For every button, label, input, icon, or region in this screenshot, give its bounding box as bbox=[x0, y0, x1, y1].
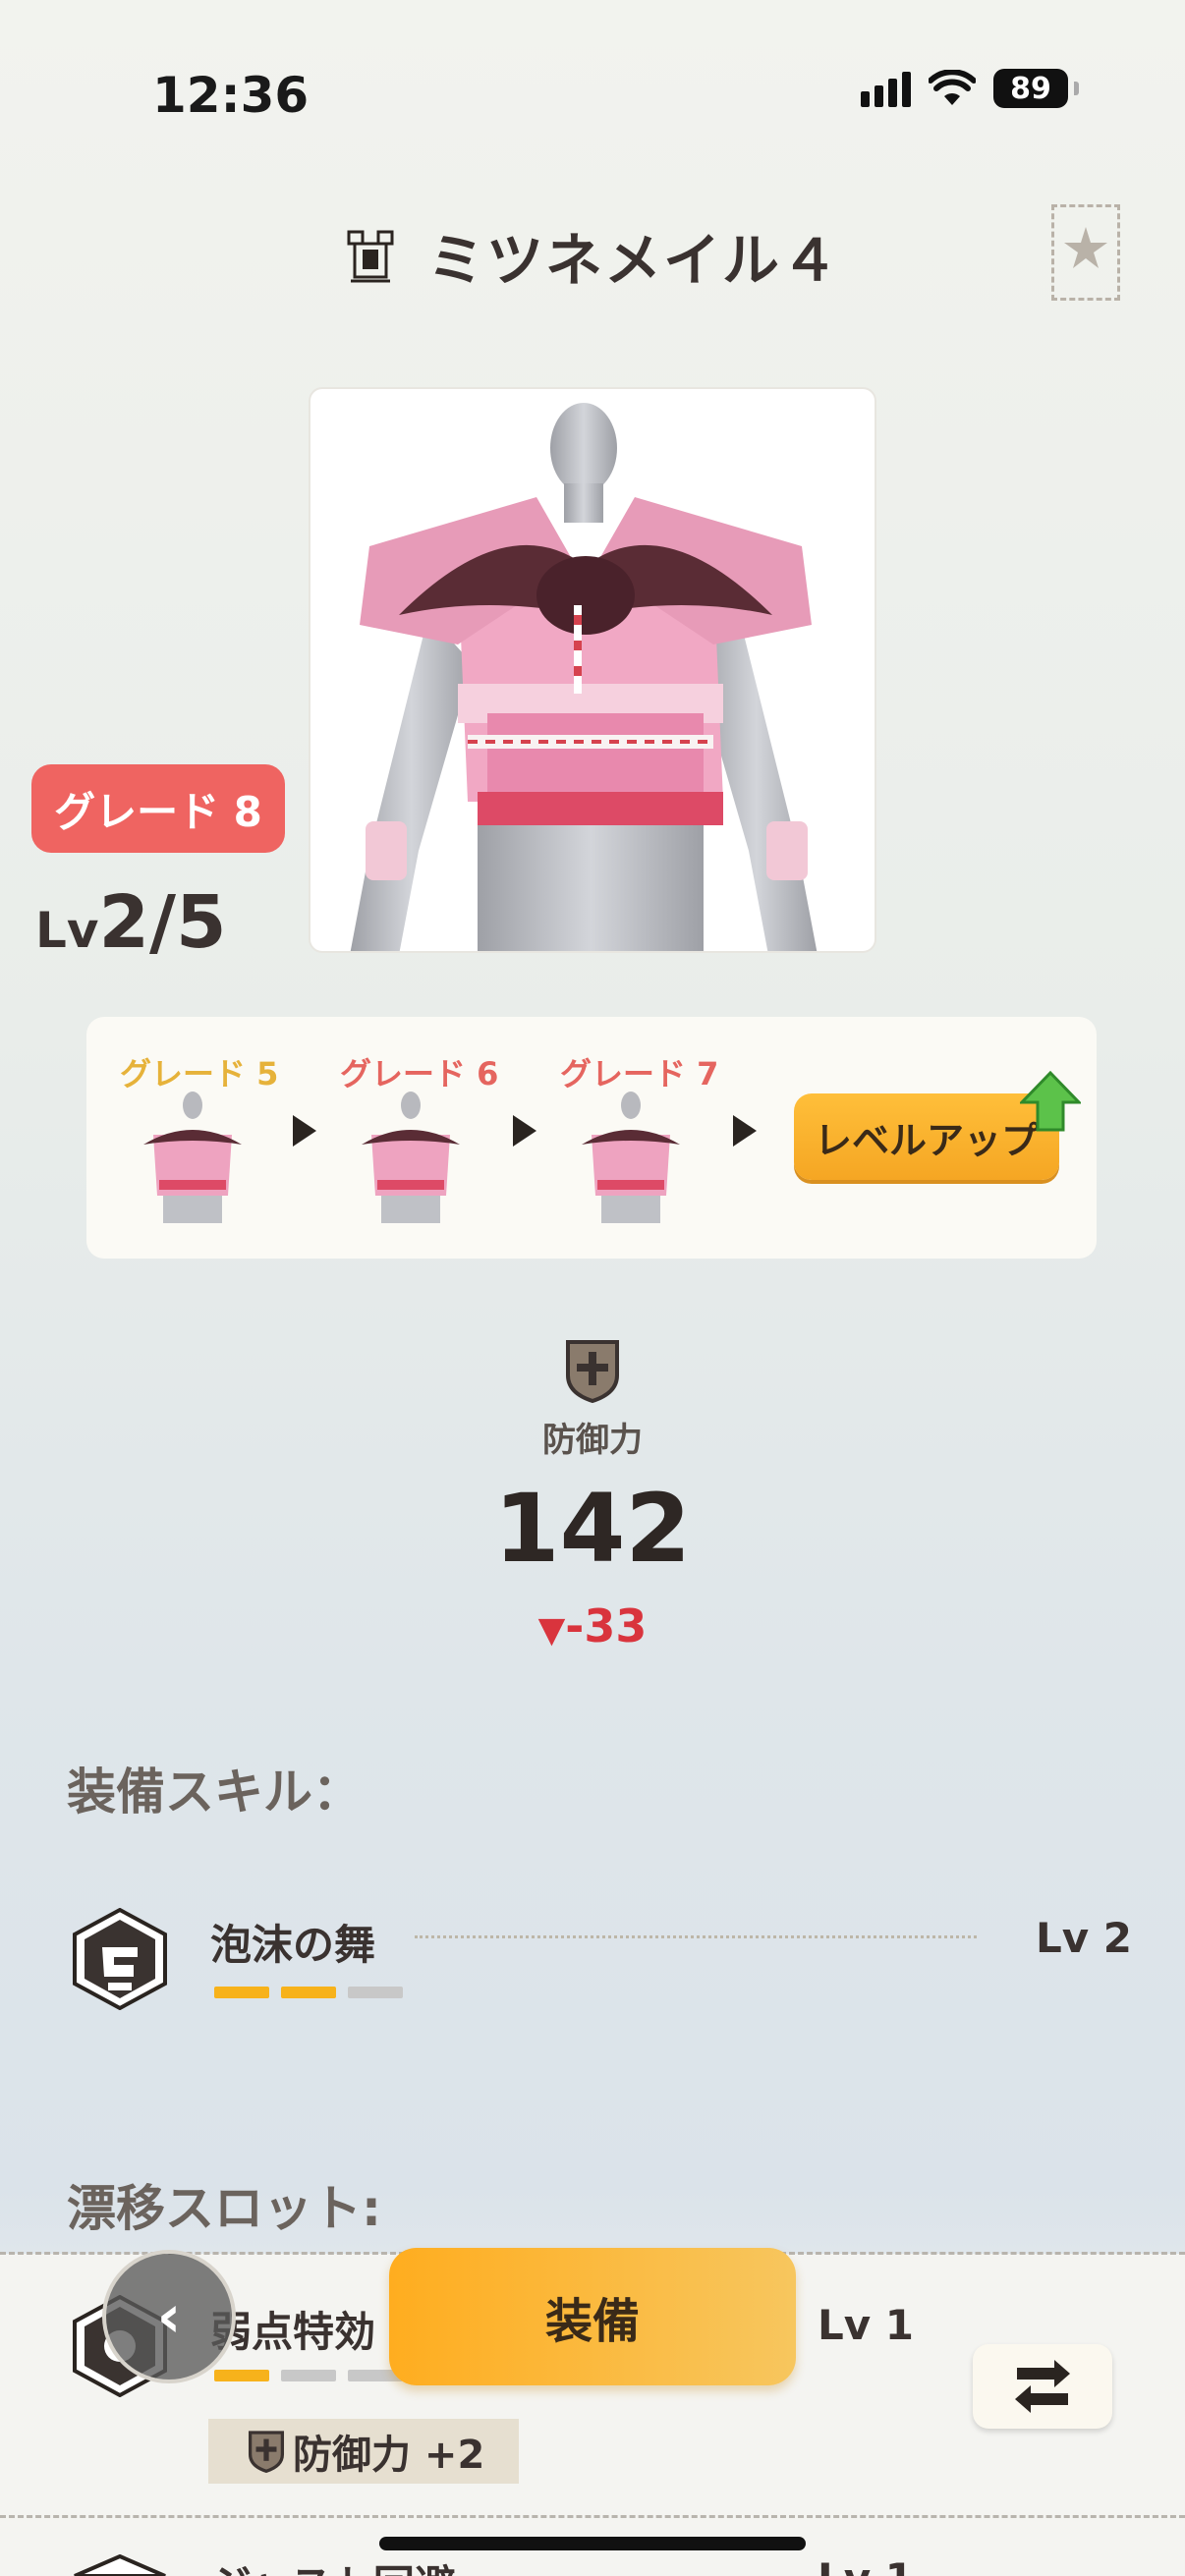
drift-slot-skill-level-2: Lv 1 bbox=[818, 2554, 914, 2576]
drift-slots-title: 漂移スロット: bbox=[67, 2180, 381, 2237]
swap-arrows-icon bbox=[1015, 2360, 1070, 2413]
skill-bar-filled bbox=[214, 2370, 269, 2381]
grade-6-armor-thumbnail bbox=[362, 1092, 460, 1223]
title-row: ミツネメイル４ bbox=[0, 214, 1185, 297]
grade-7-armor-thumbnail bbox=[582, 1092, 680, 1223]
defense-bonus-tag: 防御力 +2 bbox=[208, 2419, 519, 2484]
equip-button[interactable]: 装備 bbox=[389, 2248, 796, 2385]
drift-slot-level-bars bbox=[214, 2370, 403, 2381]
bubble-dance-skill-icon bbox=[73, 1908, 167, 2010]
chevron-left-icon: ‹ bbox=[156, 2282, 182, 2351]
arrow-right-icon bbox=[513, 1115, 536, 1147]
defense-value: 142 bbox=[493, 1474, 692, 1584]
armor-model-image bbox=[350, 403, 818, 951]
drift-slot-skill-name-2: ジャスト回避 bbox=[210, 2552, 456, 2576]
defense-shield-icon bbox=[566, 1340, 619, 1403]
skill-bar-filled bbox=[214, 1987, 269, 1998]
status-icons: 89 bbox=[861, 69, 1079, 108]
skill-bar-empty bbox=[281, 2370, 336, 2381]
home-indicator bbox=[379, 2537, 806, 2550]
signal-icon bbox=[861, 70, 911, 107]
skill-level: Lv 2 bbox=[1036, 1914, 1132, 1962]
battery-cap bbox=[1074, 82, 1079, 95]
defense-bonus-text: 防御力 +2 bbox=[293, 2433, 485, 2478]
skill-level-bars bbox=[214, 1987, 403, 1998]
grade-5-armor-thumbnail bbox=[143, 1092, 242, 1223]
defense-shield-icon bbox=[248, 2431, 285, 2473]
defense-label: 防御力 bbox=[542, 1421, 643, 1460]
skill-bar-empty bbox=[348, 1987, 403, 1998]
favorite-button[interactable] bbox=[1051, 204, 1120, 301]
chest-armor-icon bbox=[347, 230, 394, 283]
just-dodge-skill-icon bbox=[74, 2554, 166, 2576]
arrow-right-icon bbox=[733, 1115, 757, 1147]
defense-delta: ▼-33 bbox=[0, 1599, 1185, 1652]
upgrade-arrow-icon bbox=[1020, 1071, 1081, 1132]
skill-dotted-leader bbox=[415, 1935, 977, 1938]
arrow-right-icon bbox=[293, 1115, 316, 1147]
armor-preview bbox=[309, 387, 876, 953]
status-time: 12:36 bbox=[152, 67, 310, 124]
armor-title: ミツネメイル４ bbox=[426, 227, 840, 294]
row-separator bbox=[0, 2515, 1185, 2518]
skill-name: 泡沫の舞 bbox=[210, 1921, 376, 1969]
grade-badge: グレード 8 bbox=[31, 764, 285, 853]
skill-bar-filled bbox=[281, 1987, 336, 1998]
level-prefix: Lv bbox=[35, 902, 99, 959]
battery-indicator: 89 bbox=[993, 69, 1068, 108]
back-button[interactable]: ‹ bbox=[102, 2250, 236, 2383]
equip-skills-title: 装備スキル： bbox=[67, 1764, 362, 1820]
defense-delta-value: -33 bbox=[565, 1599, 648, 1652]
decrease-triangle-icon: ▼ bbox=[537, 1610, 566, 1651]
swap-button[interactable] bbox=[973, 2344, 1112, 2429]
drift-slot-skill-level: Lv 1 bbox=[818, 2301, 914, 2349]
star-icon bbox=[1064, 227, 1107, 268]
level-value: 2/5 bbox=[98, 880, 227, 965]
armor-level: Lv2/5 bbox=[35, 880, 226, 965]
wifi-icon bbox=[929, 70, 976, 105]
